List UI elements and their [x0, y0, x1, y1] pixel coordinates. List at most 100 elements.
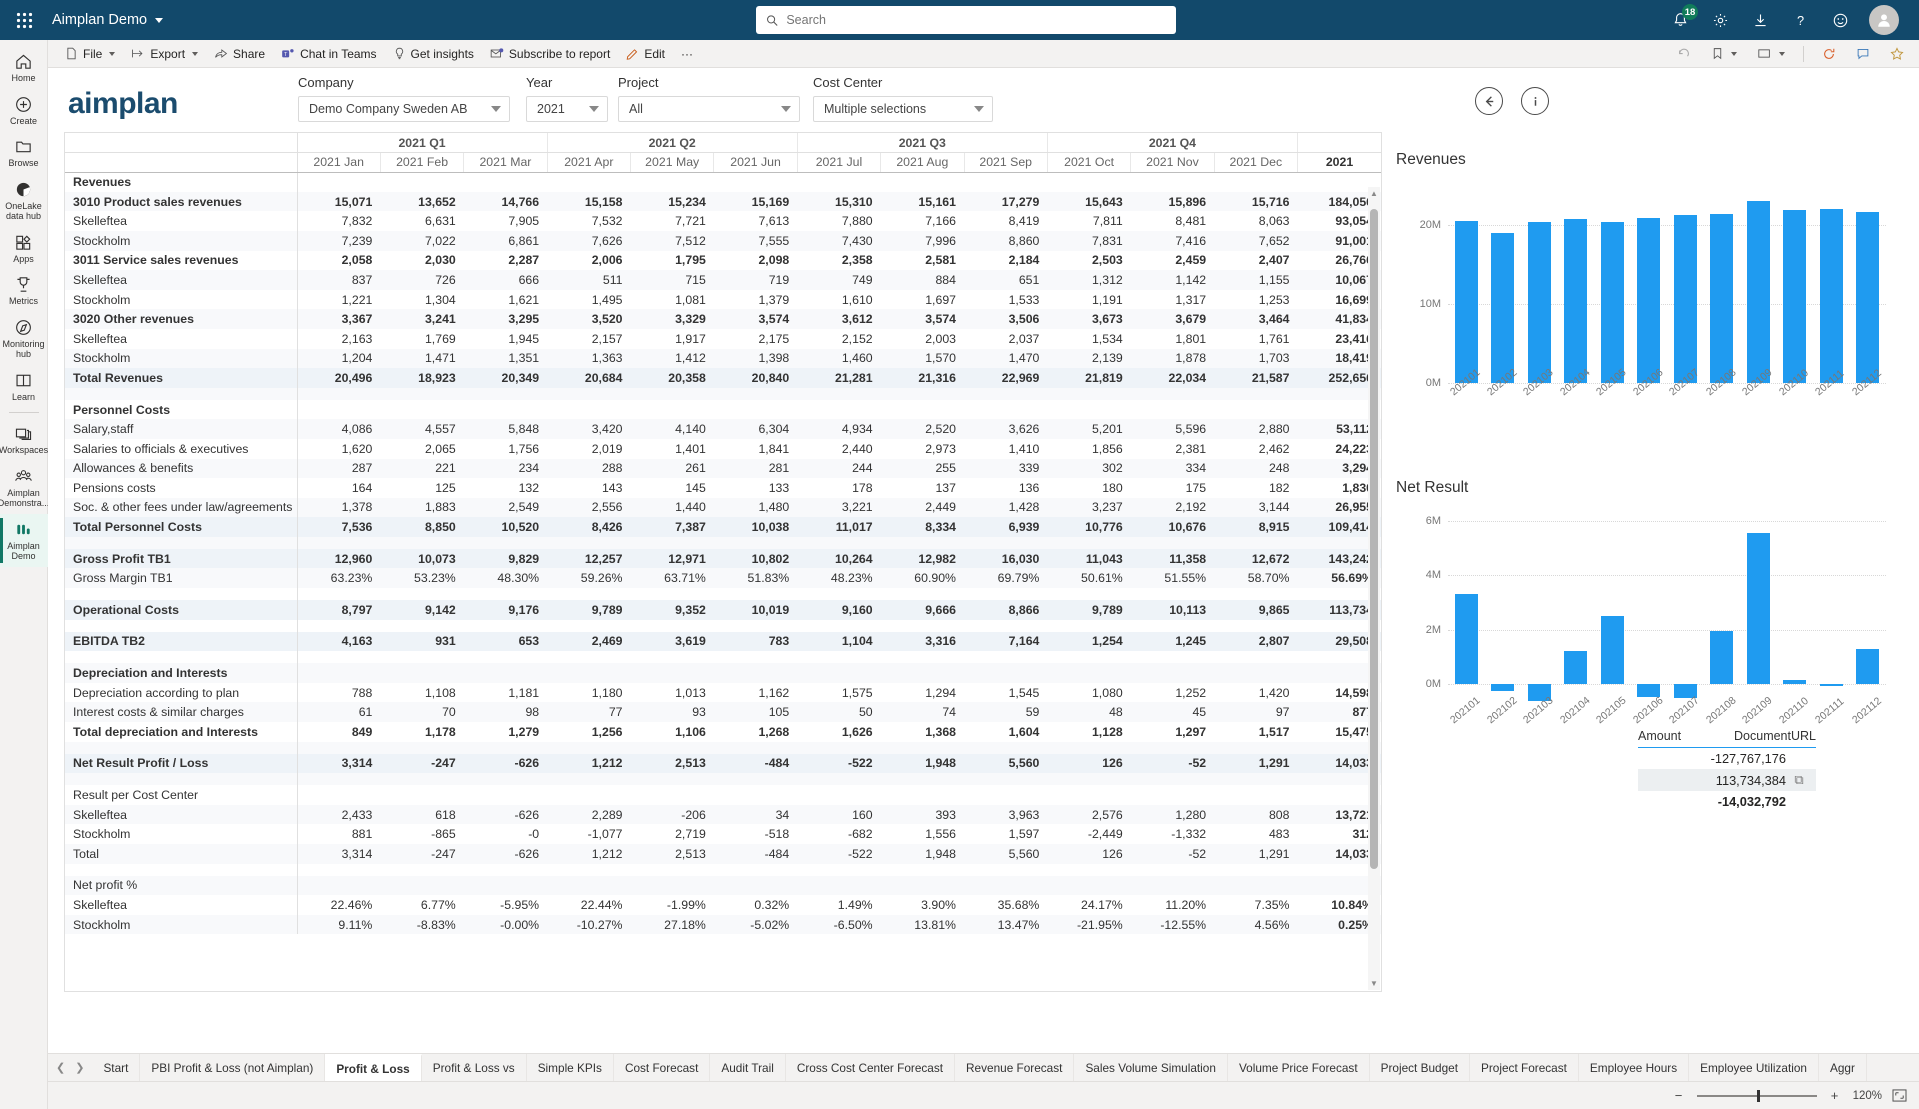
- chart-bar[interactable]: [1637, 218, 1661, 383]
- back-navigation-button[interactable]: [1475, 87, 1503, 115]
- table-row[interactable]: Stockholm 1,204 1,471 1,351 1,363 1,412 1,398 1…: [65, 348, 1381, 369]
- chart-bar[interactable]: [1819, 683, 1843, 686]
- table-row[interactable]: Stockholm 1,221 1,304 1,621 1,495 1,081 1,379 1…: [65, 289, 1381, 310]
- download-icon[interactable]: [1749, 9, 1771, 31]
- table-row[interactable]: Gross Profit TB1 12,960 10,073 9,829 12,257 1…: [65, 548, 1381, 569]
- app-title-menu[interactable]: Aimplan Demo: [52, 12, 164, 28]
- slicer-company-dropdown[interactable]: Demo Company Sweden AB: [298, 96, 510, 122]
- chart-bar[interactable]: [1491, 683, 1515, 691]
- quarter-header[interactable]: 2021 Q4: [1046, 133, 1298, 154]
- get-insights-button[interactable]: Get insights: [386, 44, 481, 64]
- tab-scroll-right-icon[interactable]: ❯: [71, 1061, 88, 1074]
- table-row[interactable]: [65, 536, 1381, 549]
- page-tab[interactable]: Audit Trail: [710, 1054, 786, 1081]
- table-row[interactable]: [65, 588, 1381, 601]
- table-row[interactable]: Gross Margin TB1 63.23% 53.23% 48.30% 59.26%…: [65, 568, 1381, 589]
- profit-and-loss-matrix[interactable]: 2021 Q1 2021 Q2 2021 Q3 2021 Q4 2021 Jan…: [64, 132, 1382, 992]
- matrix-vertical-scrollbar[interactable]: ▲ ▼: [1368, 187, 1380, 990]
- quarter-header[interactable]: 2021 Q2: [546, 133, 798, 154]
- table-row[interactable]: [65, 619, 1381, 632]
- sidebar-item-aimplan-demo[interactable]: Aimplan Demo: [0, 513, 48, 567]
- chart-bar[interactable]: [1710, 630, 1734, 684]
- page-tab[interactable]: Profit & Loss vs: [422, 1054, 527, 1081]
- table-row[interactable]: Interest costs & similar charges 61 70 98 77…: [65, 702, 1381, 723]
- table-row[interactable]: Depreciation according to plan 788 1,108 1,…: [65, 682, 1381, 703]
- table-row[interactable]: Result per Cost Center: [65, 785, 1381, 805]
- slicer-cost-center-dropdown[interactable]: Multiple selections: [813, 96, 993, 122]
- matrix-scrollbar-thumb[interactable]: [1370, 209, 1378, 869]
- page-tab[interactable]: Simple KPIs: [527, 1054, 614, 1081]
- chart-bar[interactable]: [1856, 648, 1880, 684]
- page-tab[interactable]: Cost Forecast: [614, 1054, 711, 1081]
- table-row[interactable]: Skelleftea 2,433 618 -626 2,289 -206 34 160 393 3…: [65, 804, 1381, 825]
- chart-bar[interactable]: [1491, 233, 1515, 383]
- table-row[interactable]: Operational Costs 8,797 9,142 9,176 9,789 9,3…: [65, 600, 1381, 620]
- month-header[interactable]: 2021 Mar: [463, 152, 548, 173]
- waffle-menu-icon[interactable]: [0, 0, 48, 40]
- account-avatar[interactable]: [1869, 5, 1899, 35]
- subscribe-to-report-button[interactable]: Subscribe to report: [483, 44, 617, 64]
- table-row[interactable]: Depreciation and Interests: [65, 663, 1381, 683]
- table-row[interactable]: Pensions costs 164 125 132 143 145 133 178 137 13…: [65, 478, 1381, 498]
- amount-row[interactable]: -14,032,792: [1638, 791, 1816, 812]
- page-tab[interactable]: PBI Profit & Loss (not Aimplan): [140, 1054, 326, 1081]
- more-options-button[interactable]: ···: [674, 44, 700, 64]
- chart-bar[interactable]: [1746, 201, 1770, 383]
- page-tab[interactable]: Project Forecast: [1470, 1054, 1579, 1081]
- table-row[interactable]: 3011 Service sales revenues 2,058 2,030 2,2…: [65, 250, 1381, 271]
- table-row[interactable]: Stockholm 881 -865 -0 -1,077 2,719 -518 -682 1,5…: [65, 824, 1381, 844]
- amount-column-header[interactable]: Amount: [1638, 729, 1734, 743]
- table-row[interactable]: [65, 863, 1381, 876]
- document-link-icon[interactable]: ⧉: [1786, 772, 1812, 788]
- chart-bar[interactable]: [1454, 220, 1478, 383]
- chart-bar[interactable]: [1746, 532, 1770, 684]
- chart-bar[interactable]: [1710, 214, 1734, 383]
- table-row[interactable]: Total Revenues 20,496 18,923 20,349 20,684 20…: [65, 368, 1381, 388]
- sidebar-item-home[interactable]: Home: [0, 46, 48, 89]
- sidebar-item-aimplan-demonstration[interactable]: Aimplan Demonstra...: [0, 461, 49, 514]
- fit-to-page-icon[interactable]: [1892, 1089, 1907, 1102]
- undo-button[interactable]: [1670, 44, 1698, 64]
- zoom-in-button[interactable]: +: [1827, 1088, 1843, 1103]
- page-tab[interactable]: Volume Price Forecast: [1228, 1054, 1370, 1081]
- table-row[interactable]: [65, 387, 1381, 400]
- month-header[interactable]: 2021 Jan: [296, 152, 381, 173]
- month-header[interactable]: 2021 Dec: [1213, 152, 1298, 173]
- page-tab[interactable]: Aggr: [1819, 1054, 1867, 1081]
- file-menu-button[interactable]: File: [58, 44, 122, 64]
- sidebar-item-learn[interactable]: Learn: [0, 365, 48, 408]
- month-header[interactable]: 2021 May: [629, 152, 714, 173]
- table-row[interactable]: EBITDA TB2 4,163 931 653 2,469 3,619 783 1,104 3…: [65, 631, 1381, 652]
- zoom-slider-knob[interactable]: [1756, 1089, 1760, 1102]
- amount-document-panel[interactable]: Amount DocumentURL -127,767,176 113,734,3…: [1638, 729, 1816, 812]
- sidebar-item-workspaces[interactable]: Workspaces: [0, 418, 48, 461]
- page-tab[interactable]: Cross Cost Center Forecast: [786, 1054, 956, 1081]
- page-tab[interactable]: Start: [92, 1054, 141, 1081]
- chat-in-teams-button[interactable]: T Chat in Teams: [274, 44, 383, 64]
- month-header[interactable]: 2021 Feb: [379, 152, 464, 173]
- favorite-button[interactable]: [1883, 44, 1911, 64]
- table-row[interactable]: Skelleftea 7,832 6,631 7,905 7,532 7,721 7,613…: [65, 211, 1381, 231]
- sidebar-item-apps[interactable]: Apps: [0, 227, 48, 270]
- table-row[interactable]: 3020 Other revenues 3,367 3,241 3,295 3,520 3…: [65, 309, 1381, 329]
- sidebar-item-onelake-data-hub[interactable]: OneLake data hub: [0, 174, 48, 227]
- search-input[interactable]: [786, 13, 1166, 27]
- comments-button[interactable]: [1849, 44, 1877, 63]
- month-header[interactable]: 2021 Oct: [1046, 152, 1131, 173]
- scroll-up-arrow-icon[interactable]: ▲: [1370, 189, 1378, 198]
- table-row[interactable]: [65, 773, 1381, 786]
- feedback-smiley-icon[interactable]: [1829, 9, 1851, 31]
- chart-bar[interactable]: [1564, 219, 1588, 383]
- net-result-chart[interactable]: Net Result 0M 2M 4M 6M 202101 202102 202103 20…: [1396, 479, 1896, 769]
- page-tab[interactable]: Project Budget: [1370, 1054, 1470, 1081]
- refresh-button[interactable]: [1815, 44, 1843, 64]
- global-search[interactable]: [756, 6, 1176, 34]
- page-tab[interactable]: Employee Hours: [1579, 1054, 1690, 1081]
- notification-bell-icon[interactable]: 18: [1669, 4, 1698, 31]
- table-row[interactable]: 3010 Product sales revenues 15,071 13,652 1…: [65, 191, 1381, 212]
- help-icon[interactable]: ?: [1789, 9, 1811, 31]
- edit-button[interactable]: Edit: [619, 44, 672, 64]
- quarter-header[interactable]: 2021 Q3: [796, 133, 1048, 154]
- table-row[interactable]: [65, 741, 1381, 754]
- chart-bar[interactable]: [1600, 615, 1624, 684]
